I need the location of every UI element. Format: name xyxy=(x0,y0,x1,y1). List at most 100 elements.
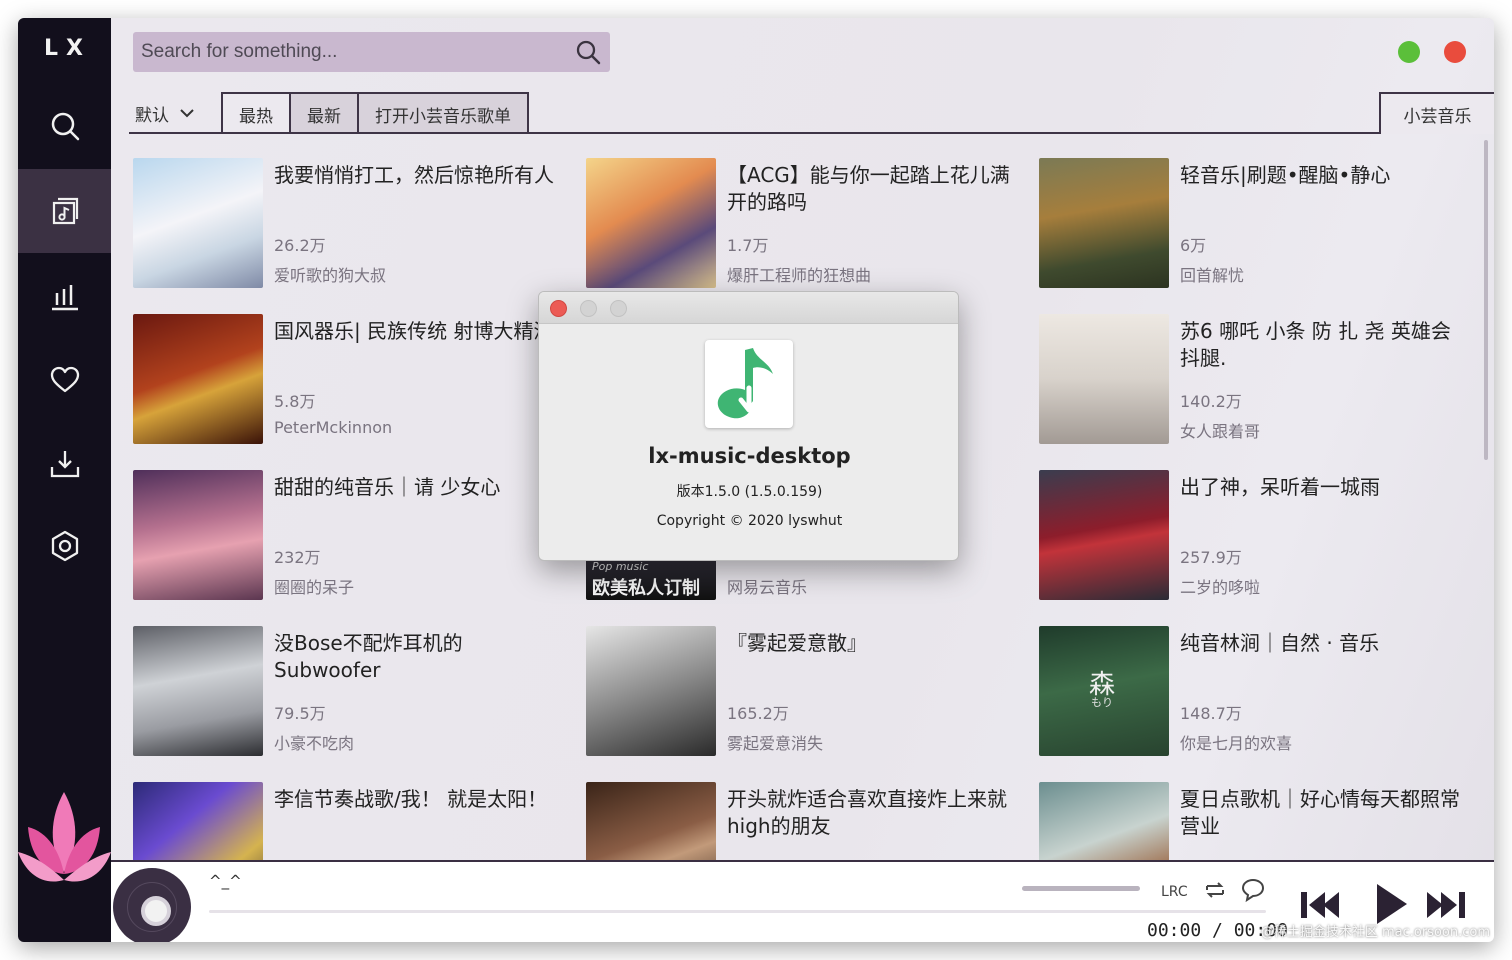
playlist-card[interactable]: 夏日点歌机｜好心情每天都照常营业 xyxy=(1039,782,1479,860)
source-selector[interactable]: 小芸音乐 xyxy=(1379,92,1494,134)
cover-caption: 欧美私人订制 xyxy=(592,578,700,599)
playlist-cover[interactable] xyxy=(586,626,716,756)
playlist-title[interactable]: 『雾起爱意散』 xyxy=(727,630,1017,657)
playlist-card[interactable]: 【ACG】能与你一起踏上花儿满开的路吗 1.7万 爆肝工程师的狂想曲 xyxy=(586,158,1026,289)
search-box[interactable] xyxy=(133,32,610,72)
play-count: 165.2万 xyxy=(727,704,789,723)
tab-open-playlist[interactable]: 打开小芸音乐歌单 xyxy=(357,92,529,134)
playlist-author: 爱听歌的狗大叔 xyxy=(274,266,387,285)
play-count: 26.2万 xyxy=(274,236,326,255)
about-copyright: Copyright © 2020 lyswhut xyxy=(656,513,843,529)
nav-settings[interactable] xyxy=(18,504,111,588)
close-button[interactable] xyxy=(1444,41,1466,63)
main-content: 默认 最热 最新 打开小芸音乐歌单 小芸音乐 我要悄悄打工，然后惊艳所有人 26… xyxy=(111,18,1494,860)
dialog-close-button[interactable] xyxy=(550,300,567,317)
playlist-title[interactable]: 出了神，呆听着一城雨 xyxy=(1180,474,1470,501)
playlist-author: 圈圈的呆子 xyxy=(274,578,355,597)
playlist-cover[interactable] xyxy=(133,782,263,860)
lyric-icon[interactable]: LRC xyxy=(1161,876,1189,904)
nav-download[interactable] xyxy=(18,422,111,506)
play-count: 148.7万 xyxy=(1180,704,1242,723)
playlist-author: PeterMckinnon xyxy=(274,418,393,437)
playlist-card[interactable]: 『雾起爱意散』 165.2万 雾起爱意消失 xyxy=(586,626,1026,757)
playlist-title[interactable]: 轻音乐|刷题•醒脑•静心 xyxy=(1180,162,1470,189)
next-icon[interactable] xyxy=(1423,888,1467,922)
time-separator: / xyxy=(1212,920,1223,941)
cover-caption: もり xyxy=(1091,696,1113,709)
lotus-decoration xyxy=(18,792,111,882)
playlist-author: 爆肝工程师的狂想曲 xyxy=(727,266,872,285)
playlist-cover[interactable] xyxy=(133,626,263,756)
track-title: ^_^ xyxy=(209,872,242,890)
tab-new[interactable]: 最新 xyxy=(289,92,359,134)
tab-underline xyxy=(129,132,1379,134)
play-count: 6万 xyxy=(1180,236,1207,255)
playlist-card[interactable]: 甜甜的纯音乐｜请 少女心 232万 圈圈的呆子 xyxy=(133,470,573,601)
repeat-icon[interactable] xyxy=(1201,876,1229,904)
playlist-card[interactable]: 轻音乐|刷题•醒脑•静心 6万 回首解忧 xyxy=(1039,158,1479,289)
app-window: LX Search for something... 默认 最热 最新 打开小芸… xyxy=(18,18,1494,942)
app-icon xyxy=(705,340,793,428)
songlist-icon xyxy=(52,197,78,225)
previous-icon[interactable] xyxy=(1299,888,1343,922)
playlist-title[interactable]: 纯音林涧｜自然 · 音乐 xyxy=(1180,630,1470,657)
playlist-card[interactable]: 李信节奏战歌/我！ 就是太阳！ xyxy=(133,782,573,860)
nav-search[interactable] xyxy=(18,84,111,168)
playlist-author: 网易云音乐 xyxy=(727,578,808,597)
dialog-zoom-button xyxy=(610,300,627,317)
tab-hot[interactable]: 最热 xyxy=(221,92,291,134)
playlist-title[interactable]: 开头就炸适合喜欢直接炸上来就high的朋友 xyxy=(727,786,1017,840)
playlist-card[interactable]: 森 もり 纯音林涧｜自然 · 音乐 148.7万 你是七月的欢喜 xyxy=(1039,626,1479,757)
scrollbar[interactable] xyxy=(1484,140,1488,460)
progress-bar[interactable] xyxy=(209,910,1266,913)
playlist-cover[interactable] xyxy=(1039,158,1169,288)
playlist-author: 小豪不吃肉 xyxy=(274,734,355,753)
minimize-button[interactable] xyxy=(1398,41,1420,63)
playlist-title[interactable]: 李信节奏战歌/我！ 就是太阳！ xyxy=(274,786,564,813)
playlist-card[interactable]: 出了神，呆听着一城雨 257.9万 二岁的哆啦 xyxy=(1039,470,1479,601)
playlist-cover[interactable] xyxy=(1039,314,1169,444)
playlist-cover[interactable]: 森 もり xyxy=(1039,626,1169,756)
playlist-card[interactable]: 我要悄悄打工，然后惊艳所有人 26.2万 爱听歌的狗大叔 xyxy=(133,158,573,289)
playlist-cover[interactable] xyxy=(586,158,716,288)
playlist-cover[interactable] xyxy=(1039,782,1169,860)
dialog-titlebar xyxy=(539,292,958,324)
playlist-title[interactable]: 苏6 哪吒 小条 防 扎 尧 英雄会 抖腿. xyxy=(1180,318,1470,372)
playlist-card[interactable]: 苏6 哪吒 小条 防 扎 尧 英雄会 抖腿. 140.2万 女人跟着哥 xyxy=(1039,314,1479,445)
playlist-title[interactable]: 甜甜的纯音乐｜请 少女心 xyxy=(274,474,564,501)
playlist-title[interactable]: 国风器乐| 民族传统 射博大精深 xyxy=(274,318,564,345)
search-icon[interactable] xyxy=(574,38,602,66)
playlist-card[interactable]: 国风器乐| 民族传统 射博大精深 5.8万 PeterMckinnon xyxy=(133,314,573,445)
volume-slider[interactable] xyxy=(1022,886,1140,891)
nav-songlist[interactable] xyxy=(18,169,111,253)
playlist-cover[interactable] xyxy=(133,158,263,288)
playlist-title[interactable]: 没Bose不配炸耳机的Subwoofer xyxy=(274,630,564,684)
playlist-cover[interactable] xyxy=(1039,470,1169,600)
music-note-download-icon xyxy=(717,348,773,419)
play-icon[interactable] xyxy=(1371,882,1411,926)
player-bar: ^_^ LRC 00:00 / 00:00 @稀土掘金技术社区 mac.orso… xyxy=(111,860,1494,942)
nav-favorites[interactable] xyxy=(18,338,111,422)
about-version: 版本1.5.0 (1.5.0.159) xyxy=(676,484,823,500)
sort-label: 默认 xyxy=(135,105,169,126)
playlist-author: 女人跟着哥 xyxy=(1180,422,1261,441)
playlist-cover[interactable] xyxy=(586,782,716,860)
playlist-title[interactable]: 夏日点歌机｜好心情每天都照常营业 xyxy=(1180,786,1470,840)
app-logo: LX xyxy=(44,36,91,61)
playlist-title[interactable]: 我要悄悄打工，然后惊艳所有人 xyxy=(274,162,564,189)
album-disc[interactable] xyxy=(113,868,191,942)
dialog-minimize-button xyxy=(580,300,597,317)
playlist-title[interactable]: 【ACG】能与你一起踏上花儿满开的路吗 xyxy=(727,162,1017,216)
playlist-cover[interactable] xyxy=(133,470,263,600)
sort-dropdown[interactable]: 默认 xyxy=(129,92,201,134)
play-count: 140.2万 xyxy=(1180,392,1242,411)
playlist-card[interactable]: 开头就炸适合喜欢直接炸上来就high的朋友 xyxy=(586,782,1026,860)
playlist-cover[interactable] xyxy=(133,314,263,444)
playlist-card[interactable]: 没Bose不配炸耳机的Subwoofer 79.5万 小豪不吃肉 xyxy=(133,626,573,757)
comment-icon[interactable] xyxy=(1239,876,1267,904)
time-current: 00:00 xyxy=(1147,920,1202,941)
nav-leaderboard[interactable] xyxy=(18,254,111,338)
playlist-author: 回首解忧 xyxy=(1180,266,1245,285)
search-input[interactable] xyxy=(133,32,563,72)
lyric-label: LRC xyxy=(1161,884,1188,900)
